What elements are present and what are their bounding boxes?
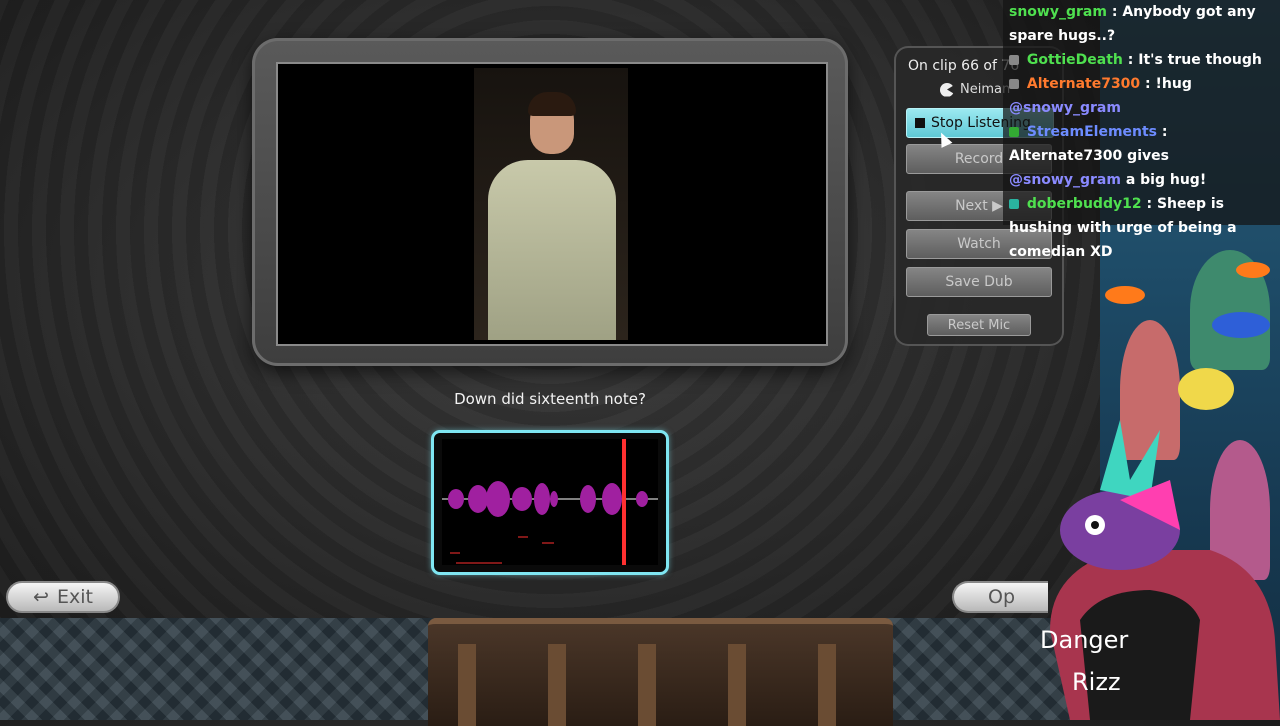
chat-username: GottieDeath: [1026, 52, 1123, 68]
chat-username: snowy_gram: [1009, 4, 1107, 20]
chat-mention: @snowy_gram: [1009, 100, 1121, 116]
clownfish-image: [1236, 262, 1270, 278]
clip-owner: Neiman: [940, 82, 1010, 97]
save-dub-button[interactable]: Save Dub: [906, 267, 1052, 297]
clip-caption: Down did sixteenth note?: [454, 390, 646, 408]
pencil-badge-icon: [1009, 79, 1019, 89]
waveform-blobs: [448, 481, 648, 517]
avatar-shirt-text: Rizz: [1072, 668, 1121, 696]
chat-username: Alternate7300: [1026, 76, 1141, 92]
chat-message: Alternate7300 : !hug @snowy_gram: [1009, 76, 1192, 116]
exit-button[interactable]: ↩ Exit: [6, 581, 120, 613]
chat-username: StreamElements: [1026, 124, 1158, 140]
gift-badge-icon: [1009, 199, 1019, 209]
streamer-avatar: Danger Rizz: [1040, 420, 1280, 720]
chat-message: GottieDeath : It's true though: [1003, 48, 1280, 72]
stream-chat-overlay: snowy_gram : Anybody got any spare hugs.…: [1003, 0, 1280, 260]
playhead-marker: [622, 439, 626, 565]
chat-text: Alternate7300 gives: [1009, 148, 1169, 164]
clownfish-image: [1105, 286, 1145, 304]
reset-mic-button[interactable]: Reset Mic: [927, 314, 1031, 336]
blue-tang-image: [1212, 312, 1270, 338]
chat-message: snowy_gram : Anybody got any spare hugs.…: [1009, 4, 1256, 44]
chat-text: a big hug!: [1125, 172, 1207, 188]
video-player: [276, 62, 828, 346]
pencil-badge-icon: [1009, 55, 1019, 65]
pitch-marks: [450, 536, 554, 564]
chat-message: StreamElements : Alternate7300 gives @sn…: [1009, 124, 1207, 188]
chat-mention: @snowy_gram: [1009, 172, 1121, 188]
audio-waveform-panel: [431, 430, 669, 575]
butterflyfish-image: [1178, 368, 1234, 410]
exit-label: Exit: [56, 586, 93, 608]
chat-message: doberbuddy12 : Sheep is hushing with urg…: [1009, 196, 1237, 260]
waveform-graph: [442, 439, 658, 565]
avatar-shirt-text: Danger: [1040, 626, 1128, 654]
avatar-tank-top: [1080, 590, 1200, 720]
bot-badge-icon: [1009, 127, 1019, 137]
return-arrow-icon: ↩: [33, 586, 49, 608]
chat-text: !hug: [1155, 76, 1192, 92]
pacman-icon: [940, 82, 954, 97]
chat-username: doberbuddy12: [1026, 196, 1142, 212]
stop-icon: [915, 118, 925, 128]
chat-text: It's true though: [1138, 52, 1262, 68]
video-clip-person: [474, 68, 628, 340]
studio-desk: [428, 618, 893, 726]
